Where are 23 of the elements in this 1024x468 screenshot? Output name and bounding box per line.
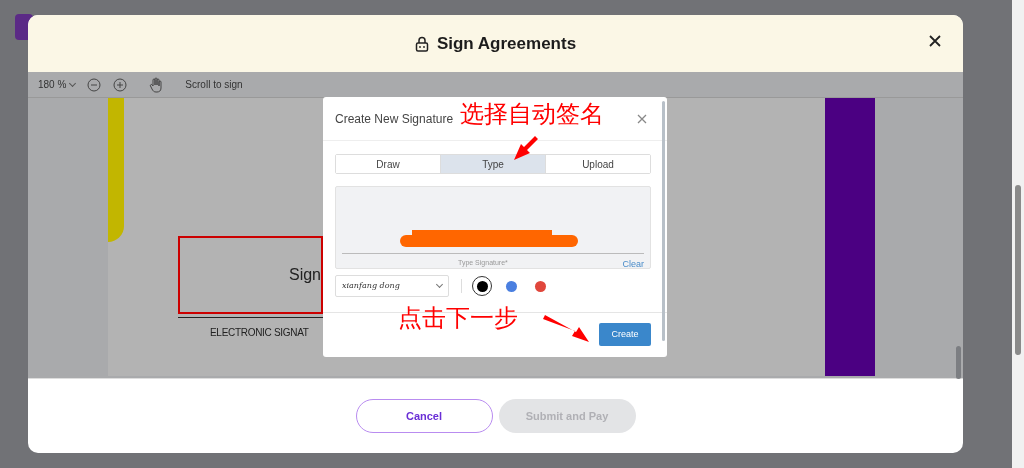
lock-icon bbox=[414, 35, 429, 52]
annotation-text: 选择自动签名 bbox=[460, 99, 604, 129]
hand-icon[interactable] bbox=[149, 76, 164, 93]
create-button[interactable]: Create bbox=[599, 323, 651, 346]
font-select[interactable]: xianfang dong bbox=[335, 275, 449, 297]
modal-title: Sign Agreements bbox=[436, 32, 577, 55]
signature-field[interactable]: Sign bbox=[178, 236, 323, 314]
scrollbar-thumb[interactable] bbox=[956, 346, 961, 379]
scroll-hint: Scroll to sign bbox=[185, 78, 243, 92]
close-icon bbox=[929, 35, 941, 47]
zoom-in-icon[interactable] bbox=[113, 77, 128, 92]
zoom-out-icon[interactable] bbox=[87, 77, 102, 92]
arrow-icon bbox=[514, 136, 538, 160]
arrow-icon bbox=[541, 315, 591, 343]
tab[interactable]: Upload bbox=[545, 155, 650, 173]
signature-caption: ELECTRONIC SIGNAT bbox=[210, 326, 309, 340]
close-icon bbox=[637, 113, 647, 124]
dialog-title: Create New Signature bbox=[335, 110, 454, 128]
scrollbar-thumb[interactable] bbox=[1015, 185, 1021, 355]
tab[interactable]: Type bbox=[440, 155, 545, 173]
cancel-button[interactable]: Cancel bbox=[355, 399, 493, 433]
annotation-text: 点击下一步 bbox=[398, 303, 518, 333]
zoom-select[interactable]: 180 % bbox=[38, 77, 76, 92]
